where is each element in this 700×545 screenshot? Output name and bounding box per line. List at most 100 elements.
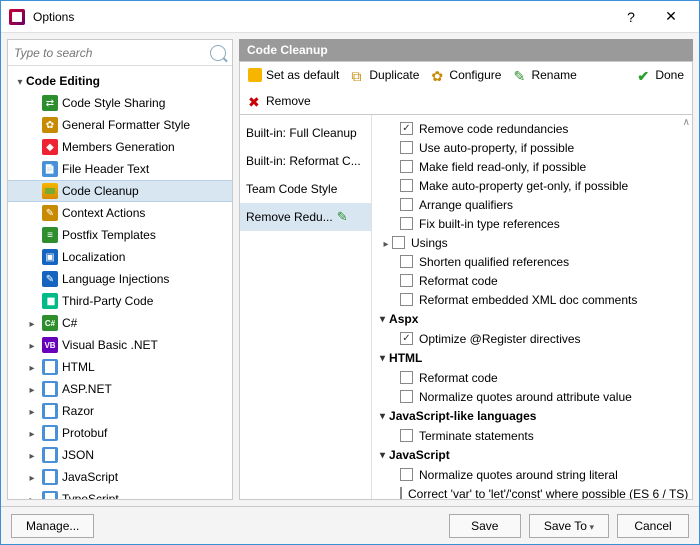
- gear-icon: [431, 68, 445, 82]
- duplicate-icon: [351, 68, 365, 82]
- profile-item[interactable]: Built-in: Full Cleanup: [240, 119, 371, 147]
- remove-button[interactable]: Remove: [248, 94, 684, 108]
- option-row[interactable]: Normalize quotes around string literal: [380, 465, 684, 484]
- search-box[interactable]: [8, 40, 232, 66]
- tree-item[interactable]: Code Style Sharing: [8, 92, 232, 114]
- option-row[interactable]: Terminate statements: [380, 426, 684, 445]
- checkbox-checked[interactable]: [400, 122, 413, 135]
- option-row-expandable[interactable]: Usings: [380, 233, 684, 252]
- options-tree[interactable]: Code Editing Code Style Sharing General …: [8, 66, 232, 499]
- gear-icon: [42, 117, 58, 133]
- tree-node-razor[interactable]: Razor: [8, 400, 232, 422]
- library-icon: [42, 293, 58, 309]
- profile-item-selected[interactable]: Remove Redu...✎: [240, 203, 371, 231]
- checkbox[interactable]: [400, 217, 413, 230]
- tree-item-code-cleanup[interactable]: Code Cleanup: [8, 180, 232, 202]
- chevron-right-icon[interactable]: [380, 236, 392, 250]
- profiles-list[interactable]: Built-in: Full Cleanup Built-in: Reforma…: [240, 115, 372, 499]
- manage-button[interactable]: Manage...: [11, 514, 94, 538]
- done-button[interactable]: Done: [637, 68, 684, 82]
- set-default-button[interactable]: Set as default: [248, 68, 339, 82]
- html-icon: [42, 359, 58, 375]
- scroll-up-icon[interactable]: ∧: [683, 117, 690, 128]
- json-icon: [42, 447, 58, 463]
- option-row[interactable]: Fix built-in type references: [380, 214, 684, 233]
- option-row[interactable]: Correct 'var' to 'let'/'const' where pos…: [380, 484, 684, 499]
- option-group-html[interactable]: HTML: [380, 348, 684, 368]
- option-row[interactable]: Make auto-property get-only, if possible: [380, 176, 684, 195]
- tree-node-javascript[interactable]: JavaScript: [8, 466, 232, 488]
- checkbox-checked[interactable]: [400, 332, 413, 345]
- checkbox[interactable]: [400, 390, 413, 403]
- postfix-icon: [42, 227, 58, 243]
- close-button[interactable]: ✕: [651, 1, 691, 32]
- cleanup-options[interactable]: ∧ Remove code redundancies Use auto-prop…: [372, 115, 692, 499]
- tree-node-csharp[interactable]: C#: [8, 312, 232, 334]
- tree-item[interactable]: Localization: [8, 246, 232, 268]
- checkbox[interactable]: [400, 293, 413, 306]
- tree-node-json[interactable]: JSON: [8, 444, 232, 466]
- search-input[interactable]: [14, 46, 210, 60]
- option-row[interactable]: Shorten qualified references: [380, 252, 684, 271]
- tree-item[interactable]: File Header Text: [8, 158, 232, 180]
- save-button[interactable]: Save: [449, 514, 521, 538]
- option-row[interactable]: Arrange qualifiers: [380, 195, 684, 214]
- js-icon: [42, 469, 58, 485]
- option-row[interactable]: Normalize quotes around attribute value: [380, 387, 684, 406]
- option-group-aspx[interactable]: Aspx: [380, 309, 684, 329]
- tree-item[interactable]: General Formatter Style: [8, 114, 232, 136]
- app-icon: [9, 9, 25, 25]
- duplicate-button[interactable]: Duplicate: [351, 68, 419, 82]
- option-row[interactable]: Reformat code: [380, 271, 684, 290]
- help-button[interactable]: ?: [611, 1, 651, 32]
- option-row[interactable]: Use auto-property, if possible: [380, 138, 684, 157]
- option-row[interactable]: Optimize @Register directives: [380, 329, 684, 348]
- brush-icon: [42, 183, 58, 199]
- option-group-js[interactable]: JavaScript: [380, 445, 684, 465]
- save-to-button[interactable]: Save To: [529, 514, 609, 538]
- section-header: Code Cleanup: [239, 39, 693, 61]
- pencil-icon: [513, 68, 527, 82]
- checkbox[interactable]: [400, 179, 413, 192]
- tree-node-aspnet[interactable]: ASP.NET: [8, 378, 232, 400]
- tree-node-code-editing[interactable]: Code Editing: [8, 70, 232, 92]
- tree-node-typescript[interactable]: TypeScript: [8, 488, 232, 499]
- profile-item[interactable]: Team Code Style: [240, 175, 371, 203]
- left-panel: Code Editing Code Style Sharing General …: [7, 39, 233, 500]
- profile-item[interactable]: Built-in: Reformat C...: [240, 147, 371, 175]
- csharp-icon: [42, 315, 58, 331]
- option-row[interactable]: Make field read-only, if possible: [380, 157, 684, 176]
- checkbox[interactable]: [400, 371, 413, 384]
- checkbox[interactable]: [400, 487, 402, 499]
- configure-button[interactable]: Configure: [431, 68, 501, 82]
- option-group-js-like[interactable]: JavaScript-like languages: [380, 406, 684, 426]
- checkbox[interactable]: [392, 236, 405, 249]
- tree-node-protobuf[interactable]: Protobuf: [8, 422, 232, 444]
- checkbox[interactable]: [400, 274, 413, 287]
- option-row[interactable]: Reformat embedded XML doc comments: [380, 290, 684, 309]
- checkbox[interactable]: [400, 429, 413, 442]
- checkbox[interactable]: [400, 255, 413, 268]
- tree-item[interactable]: Members Generation: [8, 136, 232, 158]
- tree-item[interactable]: Third-Party Code: [8, 290, 232, 312]
- checkbox[interactable]: [400, 198, 413, 211]
- tree-item[interactable]: Postfix Templates: [8, 224, 232, 246]
- cleanup-toolbar: Set as default Duplicate Configure Renam…: [239, 61, 693, 115]
- footer-bar: Manage... Save Save To Cancel: [1, 506, 699, 544]
- rename-button[interactable]: Rename: [513, 68, 576, 82]
- option-row[interactable]: Remove code redundancies: [380, 119, 684, 138]
- option-row[interactable]: Reformat code: [380, 368, 684, 387]
- checkbox[interactable]: [400, 141, 413, 154]
- aspnet-icon: [42, 381, 58, 397]
- checkbox[interactable]: [400, 160, 413, 173]
- tree-node-vb[interactable]: Visual Basic .NET: [8, 334, 232, 356]
- file-icon: [42, 161, 58, 177]
- right-panel: Code Cleanup Set as default Duplicate Co…: [239, 39, 693, 500]
- vb-icon: [42, 337, 58, 353]
- tree-item[interactable]: Context Actions: [8, 202, 232, 224]
- tree-item[interactable]: Language Injections: [8, 268, 232, 290]
- search-icon: [210, 45, 226, 61]
- cancel-button[interactable]: Cancel: [617, 514, 689, 538]
- tree-node-html[interactable]: HTML: [8, 356, 232, 378]
- checkbox[interactable]: [400, 468, 413, 481]
